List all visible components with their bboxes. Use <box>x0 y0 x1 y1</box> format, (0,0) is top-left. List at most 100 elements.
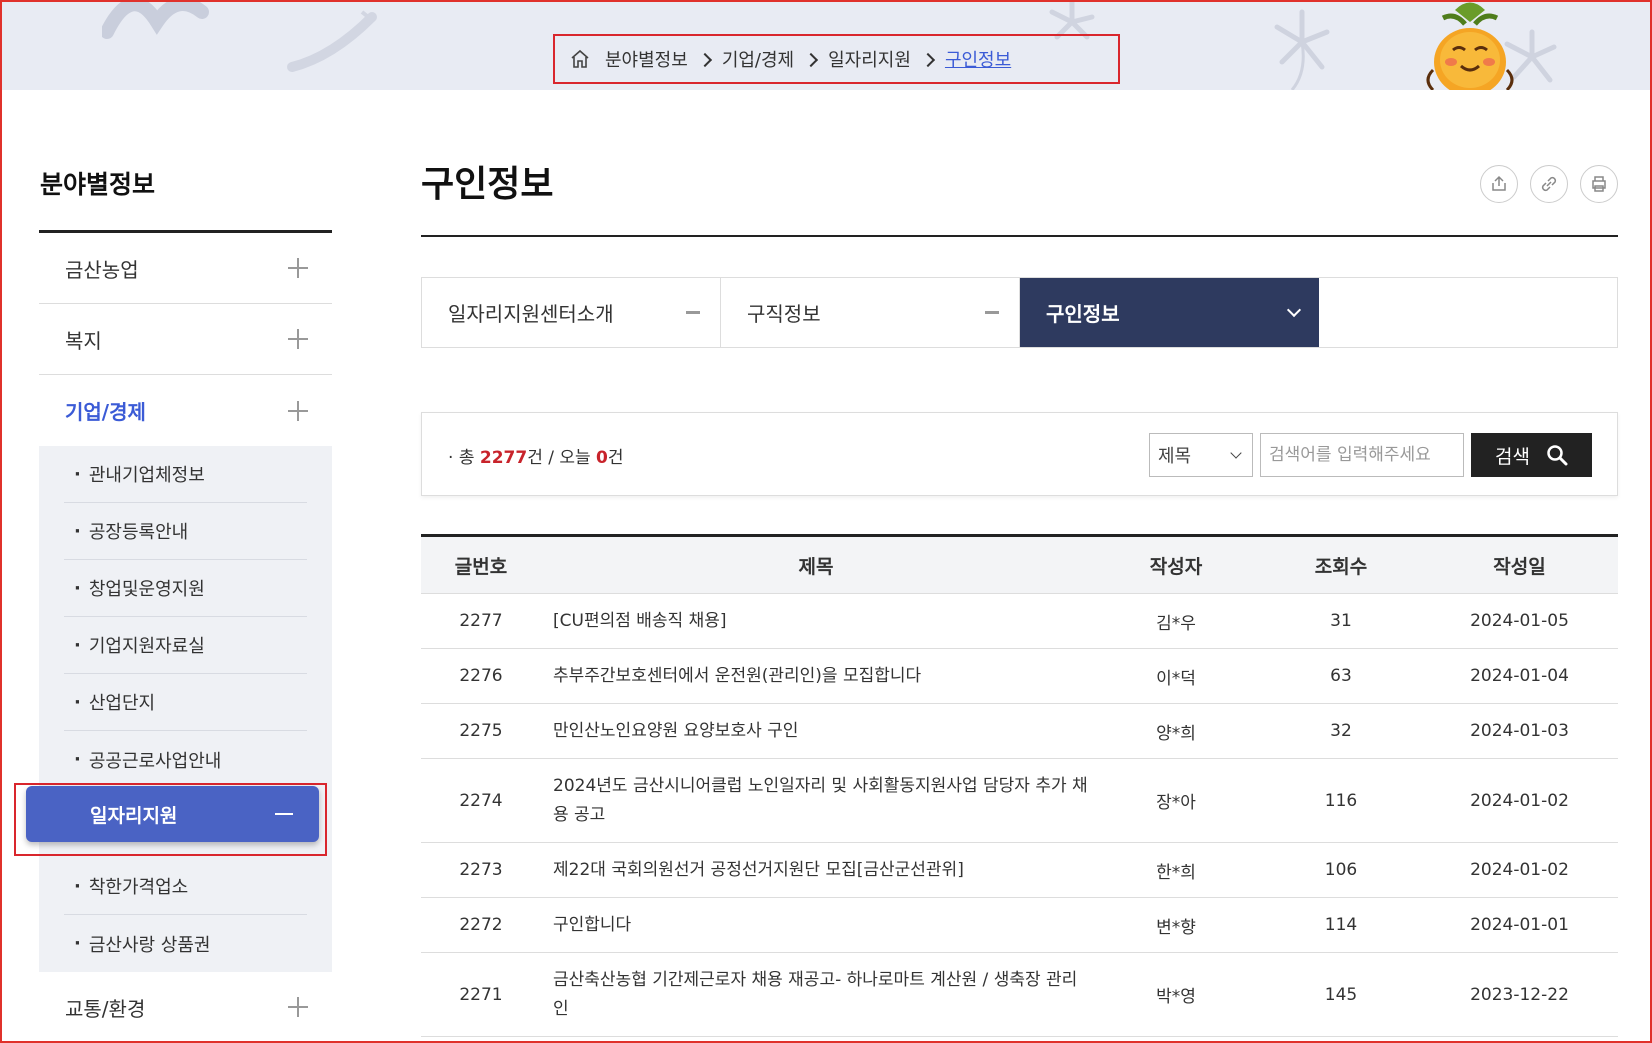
post-views: 145 <box>1324 984 1358 1005</box>
submenu-active-label: 일자리지원 <box>90 804 178 827</box>
copy-link-button[interactable] <box>1530 165 1568 203</box>
post-title-link[interactable]: 제22대 국회의원선거 공정선거지원단 모집[금산군선관위] <box>541 856 1091 885</box>
post-number: 2275 <box>459 721 503 741</box>
chevron-down-icon <box>1286 302 1302 317</box>
column-header: 제목 <box>798 555 834 578</box>
table-row[interactable]: 2276 추부주간보호센터에서 운전원(관리인)을 모집합니다 이*덕 63 2… <box>421 649 1618 704</box>
search-field-select[interactable]: 제목 <box>1149 433 1253 477</box>
tab-center-intro[interactable]: 일자리지원센터소개 <box>422 278 721 347</box>
post-title-link[interactable]: 만인산노인요양원 요양보호사 구인 <box>541 717 1091 746</box>
tab-job-offers[interactable]: 구인정보 <box>1020 278 1319 347</box>
post-number: 2272 <box>459 915 503 935</box>
table-row[interactable]: 2273 제22대 국회의원선거 공정선거지원단 모집[금산군선관위] 한*희 … <box>421 843 1618 898</box>
plus-icon <box>288 258 308 278</box>
sidebar-item-transport[interactable]: 교통/환경 <box>39 972 332 1043</box>
title-divider <box>421 235 1618 237</box>
link-icon <box>1541 176 1557 192</box>
post-title-link[interactable]: [CU편의점 배송직 채용] <box>541 607 1091 636</box>
post-title-link[interactable]: 금산축산농협 기간제근로자 채용 재공고- 하나로마트 계산원 / 생축장 관리… <box>541 966 1091 1024</box>
column-header: 조회수 <box>1314 555 1368 578</box>
submenu-item[interactable]: 산업단지 <box>64 674 307 731</box>
sidebar-item-label: 금산농업 <box>65 257 139 282</box>
search-button[interactable]: 검색 <box>1471 433 1592 477</box>
post-date: 2024-01-05 <box>1470 611 1569 631</box>
post-date: 2023-12-22 <box>1470 984 1569 1005</box>
submenu-item-active[interactable]: 일자리지원 <box>26 786 319 842</box>
sidebar-nav: 금산농업 복지 기업/경제 관내기업체정보 공장등록안내 창업및운영지원 기업지… <box>39 230 332 1043</box>
post-number: 2271 <box>459 984 503 1005</box>
plus-icon <box>288 329 308 349</box>
count-label: 건 / 오늘 <box>527 448 597 468</box>
breadcrumb: 분야별정보 기업/경제 일자리지원 구인정보 <box>553 34 1120 84</box>
sidebar-item-label: 교통/환경 <box>65 996 146 1021</box>
post-views: 114 <box>1324 915 1358 935</box>
post-title-link[interactable]: 구인합니다 <box>541 911 1091 940</box>
tab-job-seeking[interactable]: 구직정보 <box>721 278 1020 347</box>
submenu-item[interactable]: 창업및운영지원 <box>64 560 307 617</box>
count-label: 건 <box>607 448 624 468</box>
post-author: 이*덕 <box>1156 668 1196 689</box>
post-views: 106 <box>1324 860 1358 880</box>
column-header: 작성일 <box>1493 555 1546 578</box>
table-row[interactable]: 2275 만인산노인요양원 요양보호사 구인 양*희 32 2024-01-03 <box>421 704 1618 759</box>
table-row[interactable]: 2277 [CU편의점 배송직 채용] 김*우 31 2024-01-05 <box>421 594 1618 649</box>
breadcrumb-item[interactable]: 분야별정보 <box>605 46 688 72</box>
column-header: 글번호 <box>454 555 508 578</box>
post-title-link[interactable]: 추부주간보호센터에서 운전원(관리인)을 모집합니다 <box>541 662 1091 691</box>
total-count: 2277 <box>479 448 528 468</box>
breadcrumb-item[interactable]: 일자리지원 <box>828 46 911 72</box>
sidebar-item-welfare[interactable]: 복지 <box>39 304 332 375</box>
chevron-right-icon <box>806 52 816 66</box>
sidebar-item-business[interactable]: 기업/경제 <box>39 375 332 446</box>
post-title-link[interactable]: 2024년도 금산시니어클럽 노인일자리 및 사회활동지원사업 담당자 추가 채… <box>541 772 1091 830</box>
post-views: 31 <box>1330 611 1352 631</box>
tab-label: 구인정보 <box>1046 302 1120 326</box>
post-author: 한*희 <box>1156 862 1196 883</box>
utility-buttons <box>1480 165 1618 203</box>
post-date: 2024-01-02 <box>1470 790 1569 811</box>
submenu-item[interactable]: 착한가격업소 <box>64 858 307 915</box>
breadcrumb-item[interactable]: 기업/경제 <box>722 46 794 72</box>
breadcrumb-current[interactable]: 구인정보 <box>945 46 1011 72</box>
minus-icon <box>686 311 700 314</box>
post-number: 2277 <box>459 611 503 631</box>
post-author: 김*우 <box>1156 613 1196 634</box>
print-button[interactable] <box>1580 165 1618 203</box>
mascot-logo <box>1426 2 1514 90</box>
job-board-table: 글번호 제목 작성자 조회수 작성일 2277 [CU편의점 배송직 채용] 김… <box>421 534 1618 1037</box>
count-label: 총 <box>458 448 480 468</box>
sidebar-title: 분야별정보 <box>40 170 156 199</box>
search-icon <box>1547 445 1568 466</box>
table-row[interactable]: 2271 금산축산농협 기간제근로자 채용 재공고- 하나로마트 계산원 / 생… <box>421 953 1618 1037</box>
chevron-right-icon <box>700 52 710 66</box>
submenu-item[interactable]: 금산사랑 상품권 <box>64 915 307 972</box>
decorative-leaf-icon <box>102 2 209 39</box>
sidebar-item-agriculture[interactable]: 금산농업 <box>39 233 332 304</box>
post-number: 2274 <box>459 790 503 811</box>
minus-icon <box>985 311 999 314</box>
submenu-item[interactable]: 기업지원자료실 <box>64 617 307 674</box>
post-number: 2273 <box>459 860 503 880</box>
submenu-item[interactable]: 공공근로사업안내 <box>64 731 307 788</box>
plus-icon <box>288 400 308 421</box>
column-header: 작성자 <box>1149 555 1203 578</box>
chevron-right-icon <box>923 52 933 66</box>
tab-bar: 일자리지원센터소개 구직정보 구인정보 <box>421 277 1618 348</box>
search-panel: · 총 2277건 / 오늘 0건 제목 검색 <box>421 412 1618 496</box>
post-date: 2024-01-02 <box>1470 860 1569 880</box>
table-header: 글번호 제목 작성자 조회수 작성일 <box>421 537 1618 594</box>
search-button-label: 검색 <box>1495 445 1530 468</box>
share-button[interactable] <box>1480 165 1518 203</box>
submenu-item[interactable]: 관내기업체정보 <box>64 446 307 503</box>
table-row[interactable]: 2274 2024년도 금산시니어클럽 노인일자리 및 사회활동지원사업 담당자… <box>421 759 1618 843</box>
post-date: 2024-01-04 <box>1470 666 1569 686</box>
search-input[interactable] <box>1260 433 1464 477</box>
chevron-down-icon <box>1230 447 1242 459</box>
post-author: 박*영 <box>1156 987 1196 1007</box>
table-row[interactable]: 2272 구인합니다 변*향 114 2024-01-01 <box>421 898 1618 953</box>
today-count: 0 <box>596 448 608 468</box>
home-icon[interactable] <box>569 48 591 70</box>
decorative-leaf-icon <box>287 10 377 72</box>
post-views: 116 <box>1324 790 1358 811</box>
submenu-item[interactable]: 공장등록안내 <box>64 503 307 560</box>
